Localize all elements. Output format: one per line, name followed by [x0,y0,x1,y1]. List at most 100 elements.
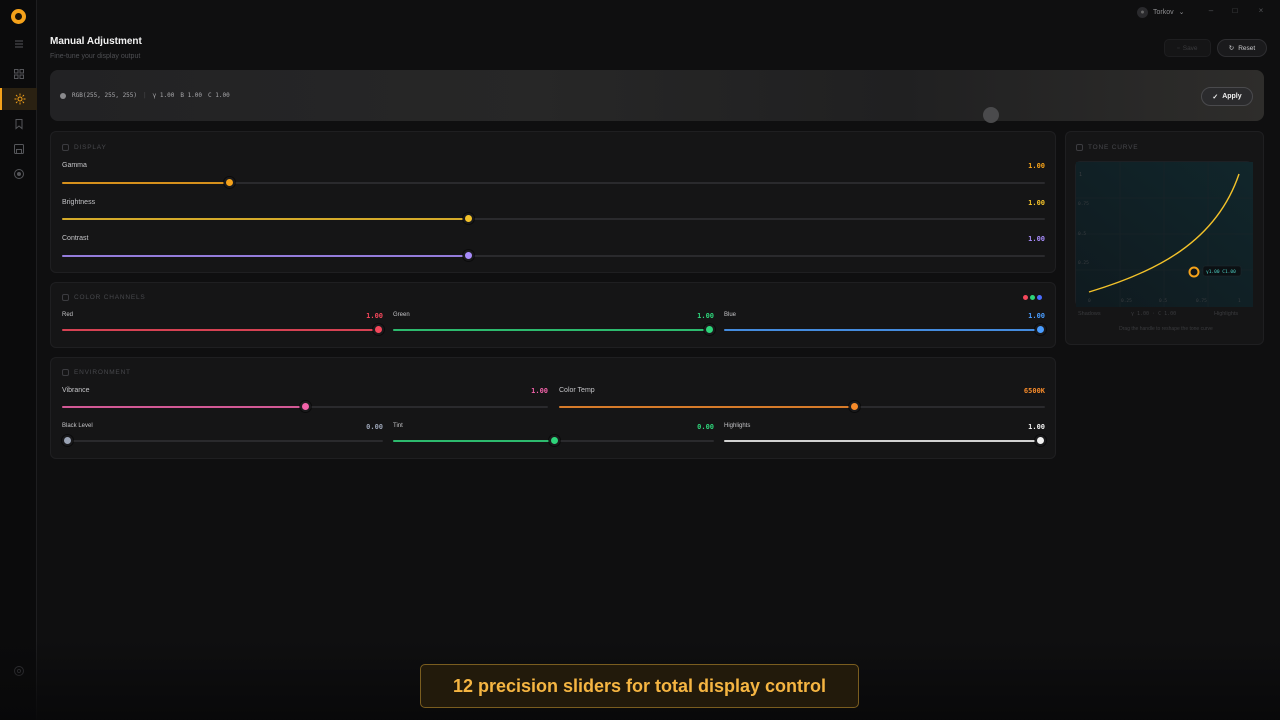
highlights-slider-fill [724,440,1040,442]
vibrance-slider-thumb[interactable] [300,401,311,412]
dashboard-icon[interactable] [0,63,37,85]
black-level-slider-thumb[interactable] [62,435,73,446]
channels-section-title: Color Channels [62,294,146,301]
black-level-label: Black Level [62,423,93,429]
curve-icon [1076,144,1083,151]
palette-icon [62,294,69,301]
blue-label: Blue [724,312,737,318]
rgb-readout: RGB(255, 255, 255) [72,92,138,99]
x-tick-label: 0.75 [1196,298,1207,304]
shadows-label: Shadows [1078,311,1101,317]
save-icon: ▫ [1177,44,1180,52]
gamma-slider[interactable] [62,177,1045,188]
red-dot [1023,295,1028,300]
black-level-slider[interactable] [62,435,383,446]
tint-slider[interactable] [393,435,714,446]
vibrance-slider-fill [62,406,305,408]
sidebar [0,0,37,720]
black-level-value: 0.00 [366,423,383,431]
gamma-value: 1.00 [1028,162,1045,170]
green-slider-thumb[interactable] [704,324,715,335]
curve-control-handle[interactable] [1188,266,1200,278]
green-dot [1030,295,1035,300]
reset-icon: ↻ [1228,45,1235,52]
red-slider-thumb[interactable] [373,324,384,335]
x-tick-label: 0.5 [1159,298,1167,304]
channel-indicator-dots [1023,295,1042,300]
y-tick-label: 1 [1079,172,1082,178]
red-label: Red [62,312,74,318]
color-temp-slider-thumb[interactable] [849,401,860,412]
save-button[interactable]: ▫ Save [1164,39,1211,57]
y-tick-label: 0.5 [1078,231,1086,237]
vibrance-value: 1.00 [531,387,548,395]
readout-separator: | [143,92,147,99]
app-logo [11,9,26,24]
red-slider[interactable] [62,324,384,335]
contrast-label: Contrast [62,235,89,242]
highlights-slider-thumb[interactable] [1035,435,1046,446]
red-value: 1.00 [366,312,383,320]
tint-label: Tint [393,423,403,429]
contrast-slider-thumb[interactable] [463,250,474,261]
highlights-slider[interactable] [724,435,1046,446]
record-icon[interactable] [0,163,37,185]
color-swatch [60,92,66,99]
reset-label: Reset [1238,44,1256,52]
monitor-icon [62,144,69,151]
green-slider[interactable] [393,324,715,335]
brightness-slider[interactable] [62,213,1045,224]
blue-slider-thumb[interactable] [1035,324,1046,335]
blue-value: 1.00 [1028,312,1045,320]
preview-drag-handle[interactable] [983,107,999,123]
feature-caption: 12 precision sliders for total display c… [420,664,859,708]
contrast-slider[interactable] [62,250,1045,261]
tint-slider-thumb[interactable] [549,435,560,446]
apply-button[interactable]: ✓ Apply [1201,87,1253,106]
brightness-slider-thumb[interactable] [463,213,474,224]
minimize-icon[interactable]: – [1205,5,1217,17]
gamma-label: Gamma [62,162,87,169]
color-temp-value: 6500K [1023,387,1045,395]
brightness-readout: B 1.00 [180,92,203,99]
user-name: Torkov [1153,8,1174,16]
preview-readout: RGB(255, 255, 255) | γ 1.00 B 1.00 C 1.0… [60,92,230,99]
tone-curve-section-title: Tone Curve [1076,144,1138,151]
save-label: Save [1182,44,1198,52]
save-icon[interactable] [0,138,37,160]
brightness-value: 1.00 [1028,199,1045,207]
blue-slider[interactable] [724,324,1046,335]
chevron-down-icon: ⌄ [1178,9,1185,16]
highlights-curve-label: Highlights [1214,311,1239,317]
curve-readout: γ 1.00 · C 1.00 [1131,311,1177,317]
brightness-icon[interactable] [0,88,37,110]
page-title: Manual Adjustment [50,36,142,47]
color-temp-slider-fill [559,406,854,408]
avatar: ● [1137,6,1148,18]
green-slider-fill [393,329,709,331]
color-channels-panel [50,282,1056,348]
color-temp-slider[interactable] [559,401,1045,412]
vibrance-slider[interactable] [62,401,548,412]
apply-label: Apply [1222,93,1242,100]
color-temp-label: Color Temp [559,387,595,394]
green-value: 1.00 [697,312,714,320]
close-icon[interactable]: × [1255,5,1267,17]
bookmark-icon[interactable] [0,113,37,135]
page-subtitle: Fine-tune your display output [50,53,141,60]
menu-icon[interactable] [0,33,37,55]
tint-slider-fill [393,440,554,442]
reset-button[interactable]: ↻ Reset [1217,39,1267,57]
display-panel [50,131,1056,273]
gamma-slider-thumb[interactable] [224,177,235,188]
tone-curve-canvas[interactable]: γ1.00 C1.00 1 0.75 0.5 0.25 0 0.25 0.5 0… [1075,161,1253,307]
brightness-label: Brightness [62,199,96,206]
user-menu[interactable]: ● Torkov ⌄ [1137,5,1185,19]
x-tick-label: 0 [1088,298,1091,304]
tint-value: 0.00 [697,423,714,431]
tone-curve-svg: γ1.00 C1.00 1 0.75 0.5 0.25 0 0.25 0.5 0… [1076,162,1253,307]
maximize-icon[interactable]: □ [1229,5,1241,17]
y-tick-label: 0.75 [1078,201,1089,207]
settings-icon[interactable] [0,660,37,682]
vibrance-label: Vibrance [62,387,90,394]
